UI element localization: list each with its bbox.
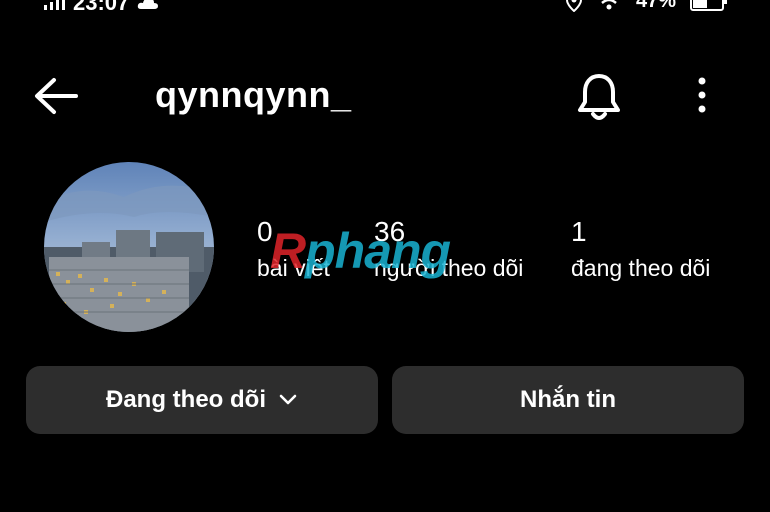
battery-percent: 47% xyxy=(635,0,676,12)
following-button-label: Đang theo dõi xyxy=(106,386,266,413)
arrow-left-icon xyxy=(35,78,78,114)
profile-username: qynnqynn_ xyxy=(155,74,352,115)
status-left: 23:07 xyxy=(44,0,159,16)
avatar-image xyxy=(44,162,214,332)
bell-icon xyxy=(578,74,620,120)
cloud-icon xyxy=(138,0,159,9)
following-dropdown-button[interactable]: Đang theo dõi xyxy=(26,366,378,434)
message-button[interactable]: Nhắn tin xyxy=(392,366,744,434)
location-icon xyxy=(566,0,582,12)
profile-header: qynnqynn_ xyxy=(0,60,770,130)
watermark-rest: phang xyxy=(305,223,451,279)
stat-following[interactable]: 1 đang theo dõi xyxy=(571,216,710,284)
more-vertical-icon xyxy=(698,77,706,113)
watermark-logo: Rphang xyxy=(270,222,451,280)
watermark-prefix: R xyxy=(270,223,306,279)
status-time: 23:07 xyxy=(73,0,130,15)
wifi-icon xyxy=(601,0,617,9)
message-button-label: Nhắn tin xyxy=(520,386,616,413)
profile-avatar[interactable] xyxy=(44,162,214,332)
stat-following-count: 1 xyxy=(571,216,587,247)
signal-icon xyxy=(44,0,65,10)
battery-fill xyxy=(693,0,708,8)
chevron-down-icon xyxy=(278,393,298,407)
more-options-button[interactable] xyxy=(684,72,720,122)
status-bar: 23:07 47% xyxy=(0,0,770,22)
notification-button[interactable] xyxy=(572,70,626,124)
stat-following-label: đang theo dõi xyxy=(571,255,711,281)
back-button[interactable] xyxy=(30,74,90,118)
status-right: 47% xyxy=(566,0,727,13)
battery-icon xyxy=(690,0,727,11)
